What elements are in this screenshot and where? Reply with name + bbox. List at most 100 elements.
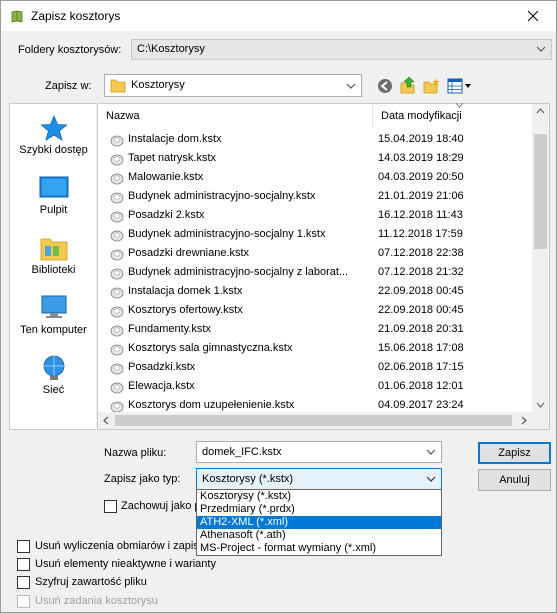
file-date: 11.12.2018 17:59	[378, 228, 463, 240]
folders-label: Foldery kosztorysów:	[18, 44, 122, 56]
file-row[interactable]: Kosztorys sala gimnastyczna.kstx 15.06.20…	[98, 339, 534, 358]
file-name: Posadzki.kstx	[128, 361, 196, 373]
save-button[interactable]: Zapisz	[478, 442, 551, 464]
kstx-file-icon	[110, 363, 124, 375]
kstx-file-icon	[110, 325, 124, 337]
file-row[interactable]: Elewacja.kstx 01.06.2018 12:01	[98, 377, 534, 396]
file-name: Kosztorys dom uzupełenienie.kstx	[128, 399, 295, 411]
column-header-name[interactable]: Nazwa	[98, 104, 373, 128]
cancel-button[interactable]: Anuluj	[478, 469, 551, 491]
scroll-up-icon[interactable]	[536, 108, 545, 114]
file-name: Tapet natrysk.kstx	[128, 152, 217, 164]
filetype-label: Zapisz jako typ:	[104, 473, 181, 485]
kstx-file-icon	[110, 344, 124, 356]
place-desktop[interactable]: Pulpit	[10, 174, 97, 216]
file-list[interactable]: Nazwa Data modyfikacji Instalacje dom.ks…	[97, 102, 550, 430]
horizontal-scrollbar[interactable]	[98, 412, 549, 429]
sort-chevron-icon	[455, 102, 464, 108]
file-name: Elewacja.kstx	[128, 380, 195, 392]
save-in-value: Kosztorysy	[131, 79, 185, 91]
encrypt-label: Szyfruj zawartość pliku	[35, 576, 147, 588]
kstx-file-icon	[110, 268, 124, 280]
place-label: Biblioteki	[31, 264, 76, 276]
view-menu-icon[interactable]	[447, 78, 472, 94]
file-name: Instalacje dom.kstx	[128, 133, 222, 145]
place-label: Pulpit	[39, 204, 68, 216]
file-row[interactable]: Budynek administracyjno-socjalny.kstx 21.…	[98, 187, 534, 206]
place-quick-access[interactable]: Szybki dostęp	[10, 114, 97, 156]
filename-label: Nazwa pliku:	[104, 447, 167, 459]
filetype-option[interactable]: Kosztorysy (*.kstx)	[197, 490, 441, 503]
vertical-scroll-thumb[interactable]	[534, 134, 547, 249]
file-row[interactable]: Kosztorys ofertowy.kstx 22.09.2018 00:45	[98, 301, 534, 320]
file-name: Kosztorys ofertowy.kstx	[128, 304, 243, 316]
kstx-file-icon	[110, 306, 124, 318]
place-libraries[interactable]: Biblioteki	[10, 234, 97, 276]
scroll-right-icon[interactable]	[521, 416, 527, 425]
filename-combo[interactable]: domek_IFC.kstx	[196, 441, 442, 463]
chevron-down-icon[interactable]	[425, 446, 437, 458]
scroll-left-icon[interactable]	[103, 416, 109, 425]
file-date: 04.09.2017 23:24	[378, 399, 464, 411]
filetype-option[interactable]: MS-Project - format wymiany (*.xml)	[197, 542, 441, 555]
chevron-down-icon	[346, 83, 356, 89]
filetype-combo[interactable]: Kosztorysy (*.kstx)	[196, 468, 442, 490]
filetype-option[interactable]: Przedmiary (*.prdx)	[197, 503, 441, 516]
file-date: 22.09.2018 00:45	[378, 304, 464, 316]
chevron-down-icon	[536, 46, 546, 52]
keep-checkbox-label: Zachowuj jako p	[121, 500, 201, 512]
up-folder-icon[interactable]	[400, 76, 417, 94]
kstx-file-icon	[110, 192, 124, 204]
place-this-pc[interactable]: Ten komputer	[10, 294, 97, 336]
filetype-dropdown-list[interactable]: Kosztorysy (*.kstx) Przedmiary (*.prdx) …	[196, 489, 442, 556]
file-date: 15.04.2019 18:40	[378, 133, 464, 145]
file-row[interactable]: Instalacje dom.kstx 15.04.2019 18:40	[98, 130, 534, 149]
file-date: 07.12.2018 22:38	[378, 247, 464, 259]
close-button[interactable]	[510, 1, 556, 31]
kstx-file-icon	[110, 401, 124, 413]
kstx-file-icon	[110, 135, 124, 147]
back-icon[interactable]	[377, 78, 393, 94]
file-date: 21.01.2019 21:06	[378, 190, 464, 202]
horizontal-scroll-thumb[interactable]	[115, 415, 512, 426]
kstx-file-icon	[110, 287, 124, 299]
window-title: Zapisz kosztorys	[31, 9, 121, 23]
title-bar: Zapisz kosztorys	[1, 1, 556, 31]
new-folder-icon[interactable]	[423, 77, 440, 94]
file-date: 01.06.2018 12:01	[378, 380, 464, 392]
close-icon	[528, 11, 538, 21]
file-name: Budynek administracyjno-socjalny 1.kstx	[128, 228, 326, 240]
remove-calcs-checkbox[interactable]	[17, 540, 30, 553]
desktop-icon	[39, 176, 68, 198]
file-name: Posadzki drewniane.kstx	[128, 247, 250, 259]
save-in-label: Zapisz w:	[45, 80, 92, 92]
remove-inactive-checkbox[interactable]	[17, 558, 30, 571]
keep-checkbox[interactable]	[104, 500, 117, 513]
file-row[interactable]: Fundamenty.kstx 21.09.2018 20:31	[98, 320, 534, 339]
folder-icon	[110, 79, 126, 93]
scroll-down-icon[interactable]	[536, 402, 545, 408]
file-row[interactable]: Budynek administracyjno-socjalny z labor…	[98, 263, 534, 282]
encrypt-checkbox[interactable]	[17, 576, 30, 589]
filetype-option[interactable]: Athenasoft (*.ath)	[197, 529, 441, 542]
kstx-file-icon	[110, 382, 124, 394]
chevron-down-icon	[426, 476, 436, 482]
filetype-option-highlighted[interactable]: ATH2-XML (*.xml)	[197, 516, 441, 529]
place-network[interactable]: Sieć	[10, 354, 97, 396]
save-in-combo[interactable]: Kosztorysy	[104, 74, 362, 97]
file-row[interactable]: Posadzki drewniane.kstx 07.12.2018 22:38	[98, 244, 534, 263]
file-row[interactable]: Budynek administracyjno-socjalny 1.kstx 1…	[98, 225, 534, 244]
file-row[interactable]: Instalacja domek 1.kstx 22.09.2018 00:45	[98, 282, 534, 301]
file-row[interactable]: Tapet natrysk.kstx 14.03.2019 18:29	[98, 149, 534, 168]
places-sidebar: Szybki dostęp Pulpit Biblioteki Ten komp…	[9, 103, 96, 430]
file-name: Budynek administracyjno-socjalny z labor…	[128, 266, 349, 278]
file-name: Malowanie.kstx	[128, 171, 204, 183]
file-row[interactable]: Posadzki.kstx 02.06.2018 17:15	[98, 358, 534, 377]
filename-input[interactable]: domek_IFC.kstx	[202, 446, 281, 458]
column-header-date[interactable]: Data modyfikacji	[373, 102, 533, 128]
file-row[interactable]: Posadzki 2.kstx 16.12.2018 11:43	[98, 206, 534, 225]
file-row[interactable]: Malowanie.kstx 04.03.2019 20:50	[98, 168, 534, 187]
file-name: Kosztorys sala gimnastyczna.kstx	[128, 342, 293, 354]
folders-combo[interactable]: C:\Kosztorysy	[131, 39, 552, 60]
vertical-scrollbar[interactable]	[532, 104, 549, 412]
